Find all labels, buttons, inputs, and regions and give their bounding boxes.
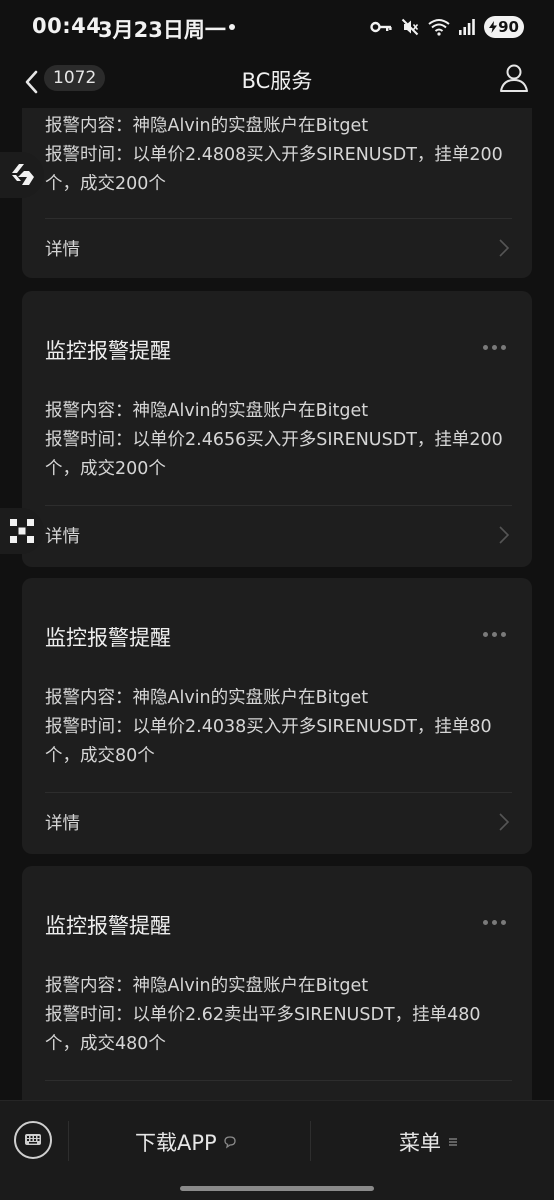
- bitget-logo-icon: [12, 164, 34, 185]
- home-indicator[interactable]: [180, 1186, 374, 1191]
- download-app-menu[interactable]: 下载APP: [135, 1127, 237, 1157]
- detail-label: 详情: [45, 814, 80, 834]
- card-body: 报警内容：神隐Alvin的实盘账户在Bitget 报警时间：以单价2.62卖出平…: [45, 972, 512, 1059]
- alert-time: 报警时间：以单价2.4808买入开多SIRENUSDT，挂单200个，成交200…: [45, 145, 503, 194]
- status-icons: 90: [370, 14, 524, 40]
- okx-logo-icon: [10, 519, 34, 543]
- detail-link[interactable]: 详情: [45, 802, 512, 842]
- nav-bar: 1072 BC服务: [0, 56, 554, 108]
- speech-bubble-icon: [224, 1136, 236, 1149]
- more-dots-icon[interactable]: [483, 345, 506, 350]
- alert-card: 监控报警提醒 报警内容：神隐Alvin的实盘账户在Bitget 报警时间：以单价…: [22, 578, 532, 854]
- alert-card: 报警内容：神隐Alvin的实盘账户在Bitget 报警时间：以单价2.4808买…: [22, 108, 532, 278]
- alert-card: 监控报警提醒 报警内容：神隐Alvin的实盘账户在Bitget 报警时间：以单价…: [22, 291, 532, 567]
- card-divider: [45, 792, 512, 793]
- card-divider: [45, 218, 512, 219]
- status-time: 00:44: [32, 14, 102, 38]
- status-date: 3月23日周一: [98, 18, 226, 42]
- alert-time: 报警时间：以单价2.62卖出平多SIRENUSDT，挂单480个，成交480个: [45, 1005, 481, 1054]
- alert-content: 报警内容：神隐Alvin的实盘账户在Bitget: [45, 976, 369, 996]
- more-dots-icon[interactable]: [483, 632, 506, 637]
- okx-float-button[interactable]: [0, 508, 44, 554]
- alert-time: 报警时间：以单价2.4656买入开多SIRENUSDT，挂单200个，成交200…: [45, 430, 503, 479]
- wifi-icon: [428, 19, 450, 36]
- bottom-divider: [310, 1121, 311, 1161]
- detail-link[interactable]: 详情: [45, 228, 512, 268]
- card-divider: [45, 1080, 512, 1081]
- status-bar: 00:44 3月23日周一 90: [0, 0, 554, 56]
- alert-content: 报警内容：神隐Alvin的实盘账户在Bitget: [45, 401, 369, 421]
- charging-bolt-icon: [489, 21, 498, 33]
- battery-icon: 90: [484, 16, 524, 38]
- menu-tab[interactable]: 菜单: [399, 1127, 459, 1157]
- bottom-divider: [68, 1121, 69, 1161]
- screen: 00:44 3月23日周一 90 1072 BC服务 报警内容：神隐Alvin的…: [0, 0, 554, 1200]
- mute-icon: [401, 18, 419, 36]
- alert-content: 报警内容：神隐Alvin的实盘账户在Bitget: [45, 688, 369, 708]
- battery-level: 90: [498, 18, 519, 36]
- chevron-right-icon: [499, 239, 510, 257]
- card-body: 报警内容：神隐Alvin的实盘账户在Bitget 报警时间：以单价2.4038买…: [45, 684, 512, 771]
- detail-link[interactable]: 详情: [45, 515, 512, 555]
- chevron-right-icon: [499, 526, 510, 544]
- alert-time: 报警时间：以单价2.4038买入开多SIRENUSDT，挂单80个，成交80个: [45, 717, 492, 766]
- keyboard-icon[interactable]: [14, 1121, 52, 1159]
- card-body: 报警内容：神隐Alvin的实盘账户在Bitget 报警时间：以单价2.4656买…: [45, 397, 512, 484]
- profile-icon[interactable]: [498, 62, 530, 94]
- bitget-float-button[interactable]: [0, 152, 44, 198]
- bottom-menu-bar: 下载APP 菜单: [0, 1100, 554, 1200]
- alert-card: 监控报警提醒 报警内容：神隐Alvin的实盘账户在Bitget 报警时间：以单价…: [22, 866, 532, 1100]
- card-divider: [45, 505, 512, 506]
- detail-label: 详情: [45, 527, 80, 547]
- signal-icon: [459, 19, 475, 35]
- page-title: BC服务: [241, 69, 313, 93]
- card-title: 监控报警提醒: [45, 914, 171, 938]
- card-title: 监控报警提醒: [45, 339, 171, 363]
- more-dots-icon[interactable]: [483, 920, 506, 925]
- alert-content: 报警内容：神隐Alvin的实盘账户在Bitget: [45, 116, 369, 136]
- card-title: 监控报警提醒: [45, 626, 171, 650]
- detail-label: 详情: [45, 240, 80, 260]
- chevron-right-icon: [499, 813, 510, 831]
- notification-dot-icon: [229, 24, 235, 30]
- menu-lines-icon: [449, 1138, 457, 1146]
- menu-label: 菜单: [399, 1131, 441, 1155]
- card-body: 报警内容：神隐Alvin的实盘账户在Bitget 报警时间：以单价2.4808买…: [45, 112, 512, 199]
- key-icon: [370, 21, 392, 33]
- download-app-label: 下载APP: [135, 1131, 217, 1155]
- message-list[interactable]: 报警内容：神隐Alvin的实盘账户在Bitget 报警时间：以单价2.4808买…: [0, 108, 554, 1100]
